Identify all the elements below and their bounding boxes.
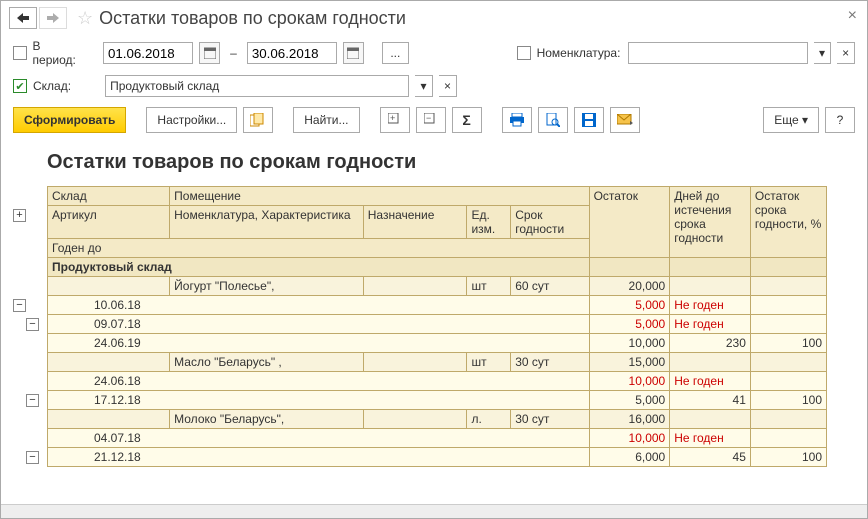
table-row[interactable]: 04.07.1810,000Не годен <box>48 429 827 448</box>
nomenclature-label: Номенклатура: <box>537 46 621 60</box>
warehouse-checkbox[interactable]: ✔ <box>13 79 27 93</box>
expand-button[interactable]: + <box>13 209 26 222</box>
clear-icon[interactable]: × <box>439 75 457 97</box>
collapse-button[interactable]: − <box>26 394 39 407</box>
chevron-down-icon[interactable]: ▾ <box>814 42 832 64</box>
date-to-input[interactable] <box>247 42 337 64</box>
col-balance: Остаток <box>589 187 670 258</box>
star-icon[interactable]: ☆ <box>77 8 93 29</box>
close-button[interactable]: × <box>848 7 857 25</box>
preview-icon[interactable] <box>538 107 568 133</box>
col-purpose: Назначение <box>363 206 467 239</box>
expand-groups-icon[interactable]: + <box>380 107 410 133</box>
period-select-button[interactable]: ... <box>382 42 409 64</box>
find-button[interactable]: Найти... <box>293 107 359 133</box>
col-warehouse: Склад <box>48 187 170 206</box>
variants-icon[interactable] <box>243 107 273 133</box>
back-button[interactable] <box>9 7 37 29</box>
col-pct: Остаток срока годности, % <box>750 187 826 258</box>
print-icon[interactable] <box>502 107 532 133</box>
warehouse-label: Склад: <box>33 79 71 93</box>
table-row[interactable]: 21.12.186,00045100 <box>48 448 827 467</box>
run-report-button[interactable]: Сформировать <box>13 107 126 133</box>
warehouse-input[interactable]: Продуктовый склад <box>105 75 409 97</box>
calendar-icon[interactable] <box>343 42 364 64</box>
collapse-groups-icon[interactable]: − <box>416 107 446 133</box>
period-label: В период: <box>33 39 86 67</box>
table-row[interactable]: Масло "Беларусь" ,шт30 сут15,000 <box>48 353 827 372</box>
date-separator: – <box>230 46 237 60</box>
table-row[interactable]: Молоко "Беларусь",л.30 сут16,000 <box>48 410 827 429</box>
settings-button[interactable]: Настройки... <box>146 107 237 133</box>
period-checkbox[interactable] <box>13 46 27 60</box>
more-button[interactable]: Еще ▾ <box>763 107 819 133</box>
table-row[interactable]: 24.06.1910,000230100 <box>48 334 827 353</box>
col-room: Помещение <box>170 187 589 206</box>
save-icon[interactable] <box>574 107 604 133</box>
calendar-icon[interactable] <box>199 42 220 64</box>
date-from-input[interactable] <box>103 42 193 64</box>
col-unit: Ед. изм. <box>467 206 511 239</box>
col-days: Дней до истечения срока годности <box>670 187 751 258</box>
help-button[interactable]: ? <box>825 107 855 133</box>
col-nomenclature: Номенклатура, Характеристика <box>170 206 364 239</box>
email-icon[interactable] <box>610 107 640 133</box>
col-shelflife: Срок годности <box>511 206 589 239</box>
table-row[interactable]: Йогурт "Полесье",шт60 сут20,000 <box>48 277 827 296</box>
nomenclature-checkbox[interactable] <box>517 46 531 60</box>
report-area[interactable]: Остатки товаров по срокам годности + − −… <box>1 139 867 504</box>
table-row[interactable]: Продуктовый склад <box>48 258 827 277</box>
collapse-button[interactable]: − <box>26 451 39 464</box>
col-validuntil: Годен до <box>48 239 590 258</box>
report-title: Остатки товаров по срокам годности <box>47 151 855 174</box>
clear-icon[interactable]: × <box>837 42 855 64</box>
chevron-down-icon[interactable]: ▾ <box>415 75 433 97</box>
report-table: Склад Помещение Остаток Дней до истечени… <box>47 186 827 467</box>
collapse-button[interactable]: − <box>13 299 26 312</box>
window-title: Остатки товаров по срокам годности <box>99 8 406 29</box>
forward-button[interactable] <box>39 7 67 29</box>
horizontal-scrollbar[interactable] <box>1 504 867 518</box>
collapse-button[interactable]: − <box>26 318 39 331</box>
table-row[interactable]: 24.06.1810,000Не годен <box>48 372 827 391</box>
table-row[interactable]: 17.12.185,00041100 <box>48 391 827 410</box>
svg-text:+: + <box>390 113 395 123</box>
svg-text:−: − <box>426 113 431 123</box>
table-row[interactable]: 09.07.185,000Не годен <box>48 315 827 334</box>
col-article: Артикул <box>48 206 170 239</box>
table-row[interactable]: 10.06.185,000Не годен <box>48 296 827 315</box>
nomenclature-input[interactable] <box>628 42 807 64</box>
sum-icon[interactable]: Σ <box>452 107 482 133</box>
